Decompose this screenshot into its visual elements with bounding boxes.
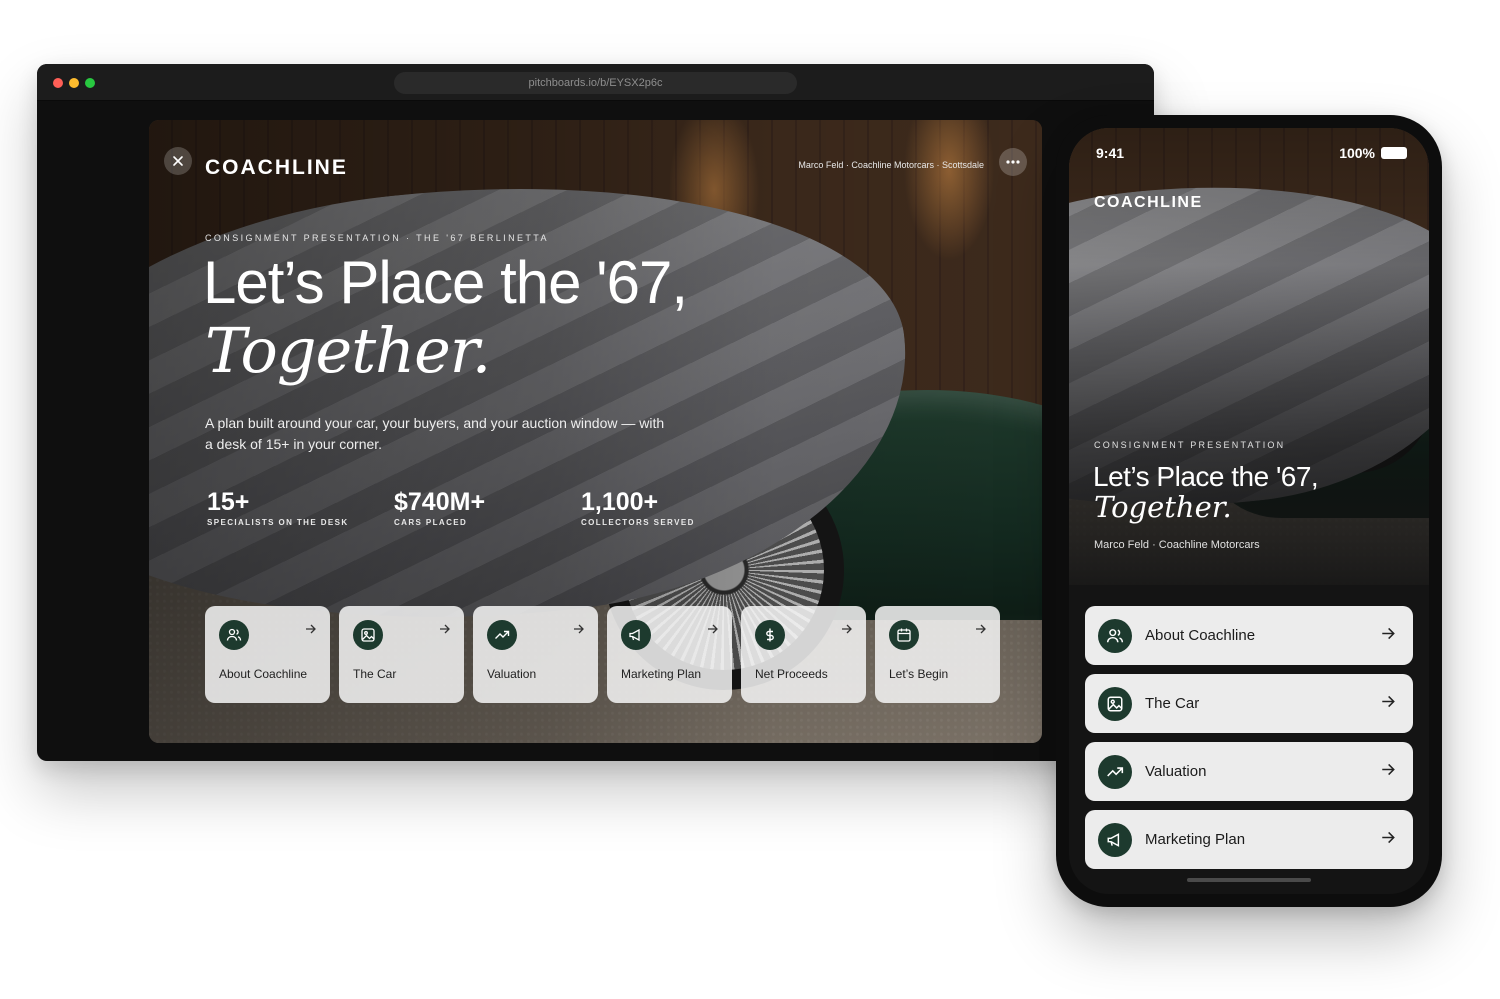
card-label: Net Proceeds bbox=[755, 667, 828, 681]
card-marketing-plan[interactable]: Marketing Plan bbox=[607, 606, 732, 703]
list-item-about-coachline[interactable]: About Coachline bbox=[1085, 606, 1413, 665]
minimize-window-button[interactable] bbox=[69, 78, 79, 88]
dollar-icon bbox=[755, 620, 785, 650]
image-icon bbox=[353, 620, 383, 650]
stat-specialists: 15+ SPECIALISTS ON THE DESK bbox=[207, 488, 349, 527]
presenter-byline: Marco Feld · Coachline Motorcars · Scott… bbox=[798, 160, 984, 170]
card-valuation[interactable]: Valuation bbox=[473, 606, 598, 703]
megaphone-icon bbox=[621, 620, 651, 650]
list-item-the-car[interactable]: The Car bbox=[1085, 674, 1413, 733]
list-item-marketing-plan[interactable]: Marketing Plan bbox=[1085, 810, 1413, 869]
calendar-icon bbox=[889, 620, 919, 650]
eyebrow-label: CONSIGNMENT PRESENTATION · THE '67 BERLI… bbox=[205, 233, 549, 243]
arrow-right-icon bbox=[440, 624, 450, 634]
arrow-right-icon bbox=[708, 624, 718, 634]
battery-icon bbox=[1381, 147, 1407, 159]
address-bar[interactable]: pitchboards.io/b/EYSX2p6c bbox=[394, 72, 797, 94]
trending-up-icon bbox=[1098, 755, 1132, 789]
more-icon bbox=[1006, 160, 1020, 164]
list-item-label: The Car bbox=[1145, 695, 1200, 712]
close-presentation-button[interactable] bbox=[164, 147, 192, 175]
arrow-right-icon bbox=[976, 624, 986, 634]
page-title: Let’s Place the '67, bbox=[203, 249, 688, 316]
list-item-valuation[interactable]: Valuation bbox=[1085, 742, 1413, 801]
users-icon bbox=[219, 620, 249, 650]
stat-value: 1,100+ bbox=[581, 488, 659, 516]
page-title-italic: Together. bbox=[1094, 490, 1232, 524]
arrow-right-icon bbox=[1382, 831, 1395, 844]
close-icon bbox=[173, 156, 183, 166]
presenter-byline: Marco Feld · Coachline Motorcars bbox=[1094, 539, 1260, 551]
presentation-stage: COACHLINE Marco Feld · Coachline Motorca… bbox=[149, 120, 1042, 743]
card-label: The Car bbox=[353, 667, 397, 681]
list-item-label: Marketing Plan bbox=[1145, 831, 1246, 848]
browser-window: pitchboards.io/b/EYSX2p6c COACHLINE Marc… bbox=[37, 64, 1154, 761]
close-window-button[interactable] bbox=[53, 78, 63, 88]
page-title-italic: Together. bbox=[205, 314, 491, 387]
stat-cars-placed: $740M+ CARS PLACED bbox=[394, 488, 485, 527]
status-time: 9:41 bbox=[1096, 145, 1125, 161]
home-indicator[interactable] bbox=[1187, 878, 1311, 882]
users-icon bbox=[1098, 619, 1132, 653]
card-label: Valuation bbox=[487, 667, 537, 681]
phone-mockup: 9:41 100% COACHLINE CONSIGNMENT PRESENTA… bbox=[1056, 115, 1442, 907]
card-the-car[interactable]: The Car bbox=[339, 606, 464, 703]
trending-up-icon bbox=[487, 620, 517, 650]
section-cards: About Coachline The Car Valuation Market… bbox=[205, 606, 1000, 703]
tagline: A plan built around your car, your buyer… bbox=[205, 415, 665, 452]
brand-logo: COACHLINE bbox=[1094, 194, 1203, 211]
stat-collectors: 1,100+ COLLECTORS SERVED bbox=[581, 488, 695, 527]
card-lets-begin[interactable]: Let’s Begin bbox=[875, 606, 1000, 703]
card-label: Let’s Begin bbox=[889, 667, 949, 681]
arrow-right-icon bbox=[1382, 627, 1395, 640]
brand-logo: COACHLINE bbox=[205, 156, 348, 179]
megaphone-icon bbox=[1098, 823, 1132, 857]
arrow-right-icon bbox=[1382, 763, 1395, 776]
arrow-right-icon bbox=[1382, 695, 1395, 708]
card-label: About Coachline bbox=[219, 667, 308, 681]
stat-label: SPECIALISTS ON THE DESK bbox=[207, 518, 349, 527]
card-about-coachline[interactable]: About Coachline bbox=[205, 606, 330, 703]
phone-hero: 9:41 100% COACHLINE CONSIGNMENT PRESENTA… bbox=[1069, 128, 1429, 585]
phone-screen: 9:41 100% COACHLINE CONSIGNMENT PRESENTA… bbox=[1069, 128, 1429, 894]
battery-percent: 100% bbox=[1339, 145, 1375, 161]
list-item-label: Valuation bbox=[1145, 763, 1207, 780]
status-battery: 100% bbox=[1339, 145, 1407, 161]
card-net-proceeds[interactable]: Net Proceeds bbox=[741, 606, 866, 703]
arrow-right-icon bbox=[842, 624, 852, 634]
stat-value: $740M+ bbox=[394, 488, 486, 516]
page-title: Let’s Place the '67, bbox=[1093, 461, 1319, 492]
arrow-right-icon bbox=[574, 624, 584, 634]
arrow-right-icon bbox=[306, 624, 316, 634]
image-icon bbox=[1098, 687, 1132, 721]
stat-label: COLLECTORS SERVED bbox=[581, 518, 695, 527]
section-list: About Coachline The Car Valuation Market… bbox=[1085, 606, 1413, 878]
stat-label: CARS PLACED bbox=[394, 518, 468, 527]
browser-titlebar: pitchboards.io/b/EYSX2p6c bbox=[37, 64, 1154, 101]
maximize-window-button[interactable] bbox=[85, 78, 95, 88]
stat-value: 15+ bbox=[207, 488, 250, 516]
card-label: Marketing Plan bbox=[621, 667, 702, 681]
eyebrow-label: CONSIGNMENT PRESENTATION bbox=[1094, 440, 1286, 450]
more-options-button[interactable] bbox=[999, 148, 1027, 176]
list-item-label: About Coachline bbox=[1145, 627, 1256, 644]
